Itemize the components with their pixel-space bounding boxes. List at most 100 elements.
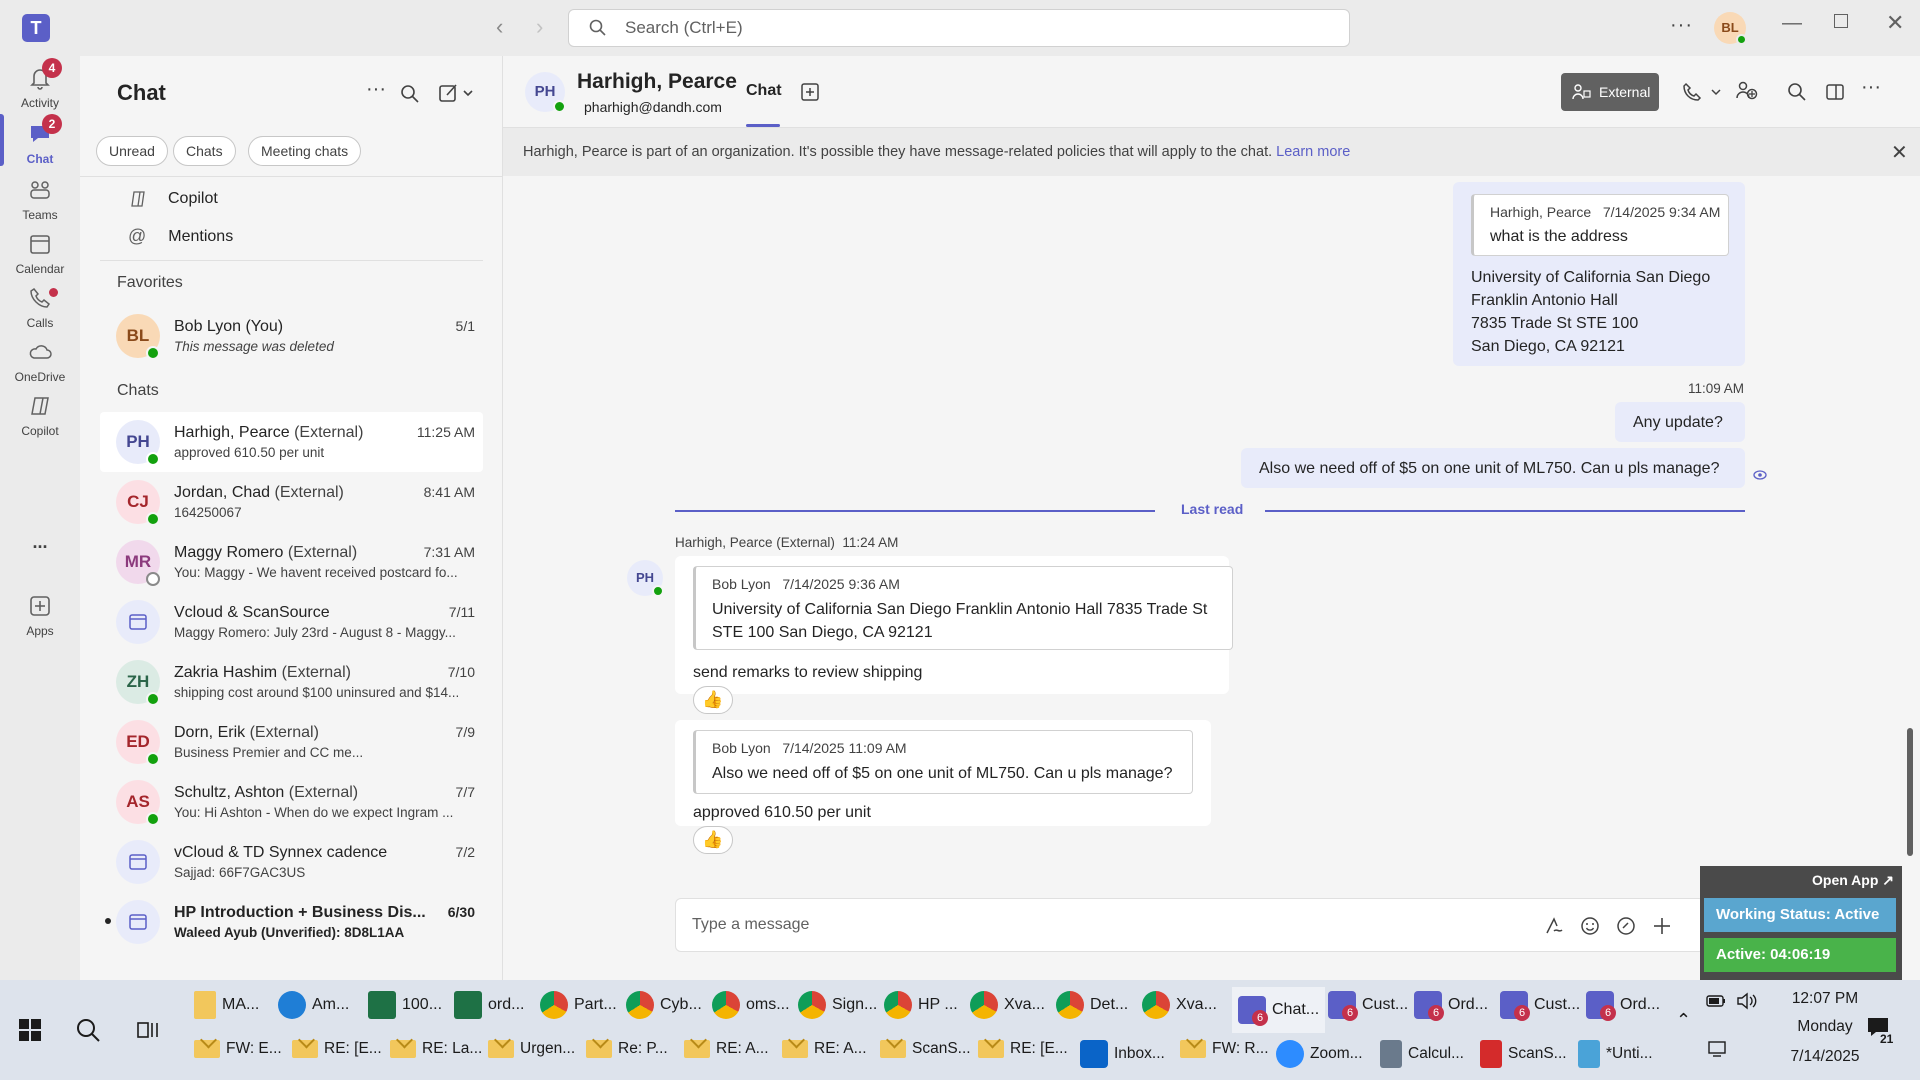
chats-header[interactable]: Chats bbox=[117, 382, 159, 400]
clock-time[interactable]: 12:07 PM bbox=[1780, 990, 1870, 1008]
close-icon[interactable]: ✕ bbox=[1886, 10, 1904, 36]
chat-item-maggy[interactable]: MR Maggy Romero (External) You: Maggy - … bbox=[100, 532, 483, 592]
volume-icon[interactable] bbox=[1736, 992, 1758, 1010]
search-input[interactable]: Search (Ctrl+E) bbox=[568, 9, 1350, 47]
chat-item-dorn[interactable]: ED Dorn, Erik (External) Business Premie… bbox=[100, 712, 483, 772]
chat-item-bob-lyon[interactable]: BL Bob Lyon (You) This message was delet… bbox=[100, 306, 483, 366]
chevron-up-icon[interactable]: ⌃ bbox=[1676, 1010, 1691, 1031]
taskbar-app[interactable]: 6 Cust... bbox=[1500, 991, 1580, 1029]
sender-avatar[interactable]: PH bbox=[627, 560, 664, 597]
more-options-icon[interactable]: ··· bbox=[366, 78, 386, 101]
quoted-message[interactable]: Bob Lyon 7/14/2025 9:36 AM University of… bbox=[693, 566, 1233, 650]
taskbar-app[interactable]: Det... bbox=[1056, 991, 1128, 1029]
taskbar-app[interactable]: ScanS... bbox=[1480, 1040, 1567, 1076]
taskbar-app[interactable]: Urgen... bbox=[488, 1040, 575, 1076]
back-arrow-icon[interactable]: ‹ bbox=[496, 14, 503, 40]
call-icon[interactable] bbox=[1681, 81, 1703, 103]
network-icon[interactable] bbox=[1706, 1040, 1728, 1058]
taskbar-app[interactable]: ord... bbox=[454, 991, 524, 1029]
tab-chat[interactable]: Chat bbox=[746, 82, 782, 100]
message-bubble-sent[interactable]: Harhigh, Pearce 7/14/2025 9:34 AM what i… bbox=[1453, 182, 1745, 366]
chat-item-schultz[interactable]: AS Schultz, Ashton (External) You: Hi As… bbox=[100, 772, 483, 832]
taskbar-app[interactable]: Calcul... bbox=[1380, 1040, 1464, 1076]
taskbar-app[interactable]: ScanS... bbox=[880, 1040, 971, 1076]
favorites-header[interactable]: Favorites bbox=[117, 274, 183, 292]
message-bubble-sent[interactable]: Also we need off of $5 on one unit of ML… bbox=[1241, 448, 1745, 488]
taskbar-app[interactable]: RE: A... bbox=[782, 1040, 867, 1076]
chevron-down-icon[interactable] bbox=[1710, 86, 1722, 98]
search-icon[interactable] bbox=[400, 84, 420, 104]
thumbs-up-reaction[interactable]: 👍 bbox=[693, 826, 733, 854]
taskbar-app[interactable]: *Unti... bbox=[1578, 1040, 1653, 1076]
windows-start-icon[interactable] bbox=[18, 1018, 42, 1042]
taskbar-app[interactable]: Cyb... bbox=[626, 991, 702, 1029]
chat-item-vcloud-scansource[interactable]: Vcloud & ScanSource Maggy Romero: July 2… bbox=[100, 592, 483, 652]
nav-mentions[interactable]: @ Mentions bbox=[128, 226, 233, 247]
filter-chats[interactable]: Chats bbox=[173, 136, 236, 166]
taskbar-app[interactable]: RE: [E... bbox=[292, 1040, 382, 1076]
learn-more-link[interactable]: Learn more bbox=[1276, 144, 1350, 160]
filter-unread[interactable]: Unread bbox=[96, 136, 168, 166]
message-bubble-received[interactable]: Bob Lyon 7/14/2025 11:09 AM Also we need… bbox=[675, 720, 1211, 826]
side-panel-icon[interactable] bbox=[1825, 82, 1845, 102]
taskbar-app[interactable]: oms... bbox=[712, 991, 790, 1029]
rail-calendar[interactable]: Calendar bbox=[0, 230, 80, 276]
taskbar-app[interactable]: Inbox... bbox=[1080, 1040, 1165, 1076]
task-view-icon[interactable] bbox=[136, 1018, 160, 1042]
taskbar-app[interactable]: MA... bbox=[194, 991, 259, 1029]
people-add-icon[interactable] bbox=[1735, 78, 1759, 102]
taskbar-app[interactable]: 6 Ord... bbox=[1414, 991, 1488, 1029]
rail-more[interactable]: ... bbox=[0, 532, 80, 553]
rail-copilot[interactable]: Copilot bbox=[0, 392, 80, 438]
search-icon[interactable] bbox=[1787, 82, 1807, 102]
taskbar-app[interactable]: RE: A... bbox=[684, 1040, 769, 1076]
maximize-icon[interactable] bbox=[1834, 14, 1848, 28]
taskbar-app[interactable]: FW: E... bbox=[194, 1040, 282, 1076]
more-options-icon[interactable]: ··· bbox=[1670, 14, 1693, 37]
open-app-link[interactable]: Open App ↗ bbox=[1812, 872, 1894, 889]
working-status-button[interactable]: Working Status: Active bbox=[1704, 898, 1896, 932]
taskbar-app[interactable]: 100... bbox=[368, 991, 442, 1029]
external-button[interactable]: External bbox=[1561, 73, 1659, 111]
taskbar-app[interactable]: FW: R... bbox=[1180, 1040, 1269, 1076]
clock-day[interactable]: Monday bbox=[1780, 1018, 1870, 1036]
battery-icon[interactable] bbox=[1706, 992, 1726, 1010]
more-options-icon[interactable]: ··· bbox=[1861, 76, 1881, 99]
taskbar-app[interactable]: Part... bbox=[540, 991, 617, 1029]
scrollbar-thumb[interactable] bbox=[1907, 728, 1913, 856]
minimize-icon[interactable]: — bbox=[1782, 12, 1802, 35]
quoted-message[interactable]: Bob Lyon 7/14/2025 11:09 AM Also we need… bbox=[693, 730, 1193, 794]
new-chat-icon[interactable] bbox=[438, 82, 476, 104]
rail-apps[interactable]: Apps bbox=[0, 592, 80, 638]
chat-item-jordan[interactable]: CJ Jordan, Chad (External) 164250067 8:4… bbox=[100, 472, 483, 532]
rail-chat[interactable]: 2 Chat bbox=[0, 114, 80, 166]
rail-activity[interactable]: 4 Activity bbox=[0, 58, 80, 110]
taskbar-app[interactable]: Sign... bbox=[798, 991, 877, 1029]
taskbar-app[interactable]: 6 Ord... bbox=[1586, 991, 1660, 1029]
taskbar-app-active[interactable]: 6 Chat... bbox=[1232, 987, 1326, 1033]
taskbar-app[interactable]: RE: [E... bbox=[978, 1040, 1068, 1076]
quoted-message[interactable]: Harhigh, Pearce 7/14/2025 9:34 AM what i… bbox=[1471, 194, 1729, 256]
close-banner-icon[interactable]: ✕ bbox=[1891, 140, 1908, 165]
taskbar-app[interactable]: Am... bbox=[278, 991, 349, 1029]
compose-box[interactable]: Type a message bbox=[675, 898, 1705, 952]
rail-teams[interactable]: Teams bbox=[0, 176, 80, 222]
clock-date[interactable]: 7/14/2025 bbox=[1780, 1048, 1870, 1066]
message-bubble-sent[interactable]: Any update? bbox=[1615, 402, 1745, 442]
rail-onedrive[interactable]: OneDrive bbox=[0, 338, 80, 384]
emoji-icon[interactable] bbox=[1580, 916, 1600, 936]
filter-meeting-chats[interactable]: Meeting chats bbox=[248, 136, 362, 166]
contact-avatar[interactable]: PH bbox=[525, 72, 566, 113]
nav-copilot[interactable]: Copilot bbox=[128, 189, 218, 209]
add-tab-icon[interactable] bbox=[800, 82, 820, 102]
forward-arrow-icon[interactable]: › bbox=[536, 14, 543, 40]
taskbar-app[interactable]: 6 Cust... bbox=[1328, 991, 1408, 1029]
format-icon[interactable] bbox=[1544, 916, 1564, 936]
taskbar-app[interactable]: Zoom... bbox=[1276, 1040, 1363, 1076]
chat-item-harhigh[interactable]: PH Harhigh, Pearce (External) approved 6… bbox=[100, 412, 483, 472]
plus-icon[interactable] bbox=[1652, 916, 1672, 936]
contact-name[interactable]: Harhigh, Pearce bbox=[577, 70, 737, 94]
message-bubble-received[interactable]: Bob Lyon 7/14/2025 9:36 AM University of… bbox=[675, 556, 1233, 694]
thumbs-up-reaction[interactable]: 👍 bbox=[693, 686, 733, 714]
taskbar-app[interactable]: Re: P... bbox=[586, 1040, 668, 1076]
